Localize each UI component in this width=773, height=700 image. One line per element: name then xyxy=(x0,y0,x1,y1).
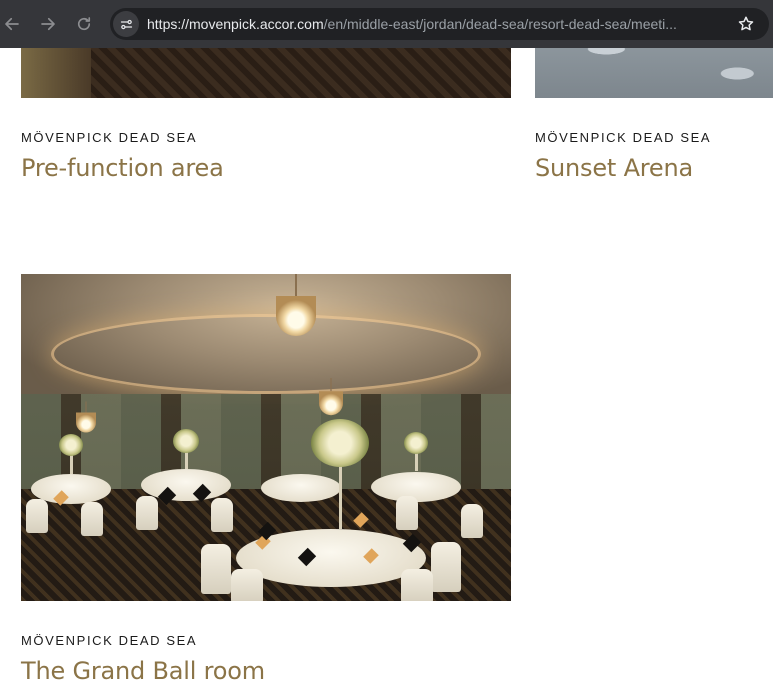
card-brand: MÖVENPICK DEAD SEA xyxy=(21,633,198,648)
chandelier-graphic xyxy=(74,401,99,437)
card-title[interactable]: Pre-function area xyxy=(21,154,224,182)
site-settings-icon[interactable] xyxy=(113,11,139,37)
chair-graphic xyxy=(211,498,233,532)
table-graphic xyxy=(141,469,231,501)
reload-icon[interactable] xyxy=(66,6,102,42)
url-text[interactable]: https://movenpick.accor.com/en/middle-ea… xyxy=(147,16,727,32)
chair-graphic xyxy=(136,496,158,530)
chandelier-graphic xyxy=(271,274,321,344)
forward-icon[interactable] xyxy=(30,6,66,42)
bookmark-star-icon[interactable] xyxy=(737,15,755,33)
chair-graphic xyxy=(201,544,231,594)
chair-graphic xyxy=(81,502,103,536)
chair-graphic xyxy=(26,499,48,533)
chair-graphic xyxy=(231,569,263,601)
vase-graphic xyxy=(339,459,342,529)
table-graphic xyxy=(371,472,461,502)
chair-graphic xyxy=(431,542,461,592)
grand-ballroom-photo[interactable] xyxy=(21,274,511,601)
card-brand: MÖVENPICK DEAD SEA xyxy=(21,130,198,145)
chandelier-graphic xyxy=(316,378,346,420)
flowers-graphic xyxy=(59,434,83,456)
card-title[interactable]: Sunset Arena xyxy=(535,154,693,182)
chair-graphic xyxy=(401,569,433,601)
ceiling-cove-graphic xyxy=(51,314,481,394)
url-path: /en/middle-east/jordan/dead-sea/resort-d… xyxy=(323,16,677,32)
table-graphic xyxy=(261,474,341,502)
card-brand: MÖVENPICK DEAD SEA xyxy=(535,130,712,145)
browser-toolbar: https://movenpick.accor.com/en/middle-ea… xyxy=(0,0,773,48)
address-bar[interactable]: https://movenpick.accor.com/en/middle-ea… xyxy=(110,8,769,40)
flowers-graphic xyxy=(173,429,199,453)
flowers-graphic xyxy=(404,432,428,454)
card-title[interactable]: The Grand Ball room xyxy=(21,657,265,685)
chair-graphic xyxy=(461,504,483,538)
url-host: https://movenpick.accor.com xyxy=(147,16,324,32)
back-icon[interactable] xyxy=(0,6,30,42)
chair-graphic xyxy=(396,496,418,530)
flowers-graphic xyxy=(311,419,369,467)
